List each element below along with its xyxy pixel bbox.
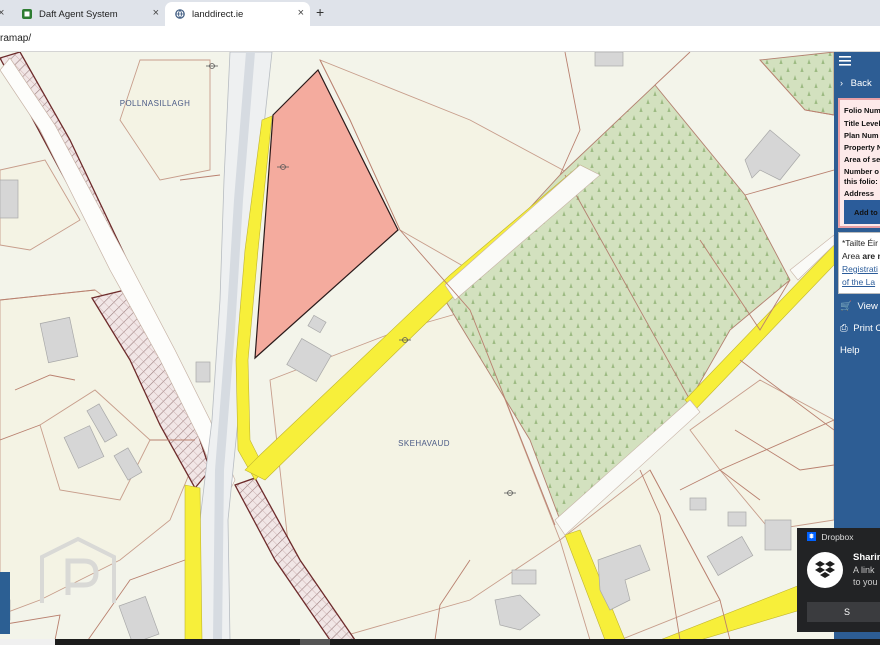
map-viewport[interactable]: POLLNASILLAGH SKEHAVAUD	[0, 52, 834, 640]
disclaimer-box: *Tailte Éir Area are n Registrati of the…	[838, 232, 880, 294]
info-property: Property N	[844, 143, 880, 152]
print-button[interactable]: ⎙ Print C	[840, 323, 880, 334]
info-number: Number o	[844, 167, 880, 176]
dropbox-line-2: to you	[853, 577, 878, 587]
view-button[interactable]: 🛒 View E	[840, 301, 880, 312]
left-panel-edge[interactable]	[0, 572, 10, 634]
info-area: Area of se	[844, 155, 880, 164]
dropbox-line-1: A link	[853, 565, 875, 575]
folio-info-box: Folio Num Title Level Plan Num Property …	[838, 98, 880, 228]
view-label: View E	[857, 301, 880, 312]
help-link[interactable]: Help	[840, 345, 860, 356]
note-line-2: Area are n	[842, 251, 880, 261]
tab-landdirect[interactable]: landdirect.ie ×	[165, 2, 310, 26]
globe-favicon-icon	[175, 9, 185, 19]
daft-favicon-icon	[22, 9, 32, 19]
tab-partial-left[interactable]: ×	[0, 2, 5, 26]
info-plan: Plan Num	[844, 131, 879, 140]
dropbox-header: Dropbox	[807, 532, 854, 542]
tab-daft-agent-system[interactable]: Daft Agent System ×	[12, 2, 165, 26]
note-line-1: *Tailte Éir	[842, 238, 878, 248]
watermark-logo-icon	[40, 536, 116, 603]
add-to-button[interactable]: Add to	[844, 200, 880, 224]
cart-icon: 🛒	[840, 301, 852, 312]
info-folio: Folio Num	[844, 106, 880, 115]
townland-label-skehavaud: SKEHAVAUD	[398, 439, 450, 448]
hamburger-icon[interactable]	[839, 56, 851, 66]
townland-label-pollnasillagh: POLLNASILLAGH	[120, 99, 191, 108]
dropbox-notification[interactable]: Dropbox Sharin A link to you S	[797, 528, 880, 632]
tab-label: landdirect.ie	[192, 8, 244, 20]
dropbox-small-icon	[807, 532, 816, 541]
browser-tab-bar: × Daft Agent System × landdirect.ie × +	[0, 0, 880, 26]
address-text: ramap/	[0, 33, 32, 44]
chevron-right-icon: ›	[840, 78, 843, 88]
info-address: Address	[844, 189, 875, 198]
back-label: Back	[850, 78, 872, 89]
info-title-level: Title Level	[844, 119, 880, 128]
dropbox-logo-icon	[807, 552, 843, 588]
print-label: Print C	[853, 323, 880, 334]
new-tab-button[interactable]: +	[316, 4, 324, 20]
dropbox-title: Sharin	[853, 552, 880, 563]
cadastral-map[interactable]: POLLNASILLAGH SKEHAVAUD	[0, 52, 834, 640]
dropbox-action-button[interactable]: S	[807, 602, 880, 622]
back-button[interactable]: › Back	[840, 78, 872, 89]
registration-link[interactable]: Registrati	[842, 264, 878, 274]
printer-icon: ⎙	[840, 323, 848, 334]
address-bar[interactable]: ramap/	[0, 26, 880, 52]
tab-close-icon[interactable]: ×	[153, 7, 159, 19]
tab-label: Daft Agent System	[39, 8, 118, 20]
taskbar-strip	[0, 639, 880, 645]
tab-close-icon[interactable]: ×	[298, 7, 304, 19]
land-link[interactable]: of the La	[842, 277, 875, 287]
info-this-folio: this folio:	[844, 177, 878, 186]
